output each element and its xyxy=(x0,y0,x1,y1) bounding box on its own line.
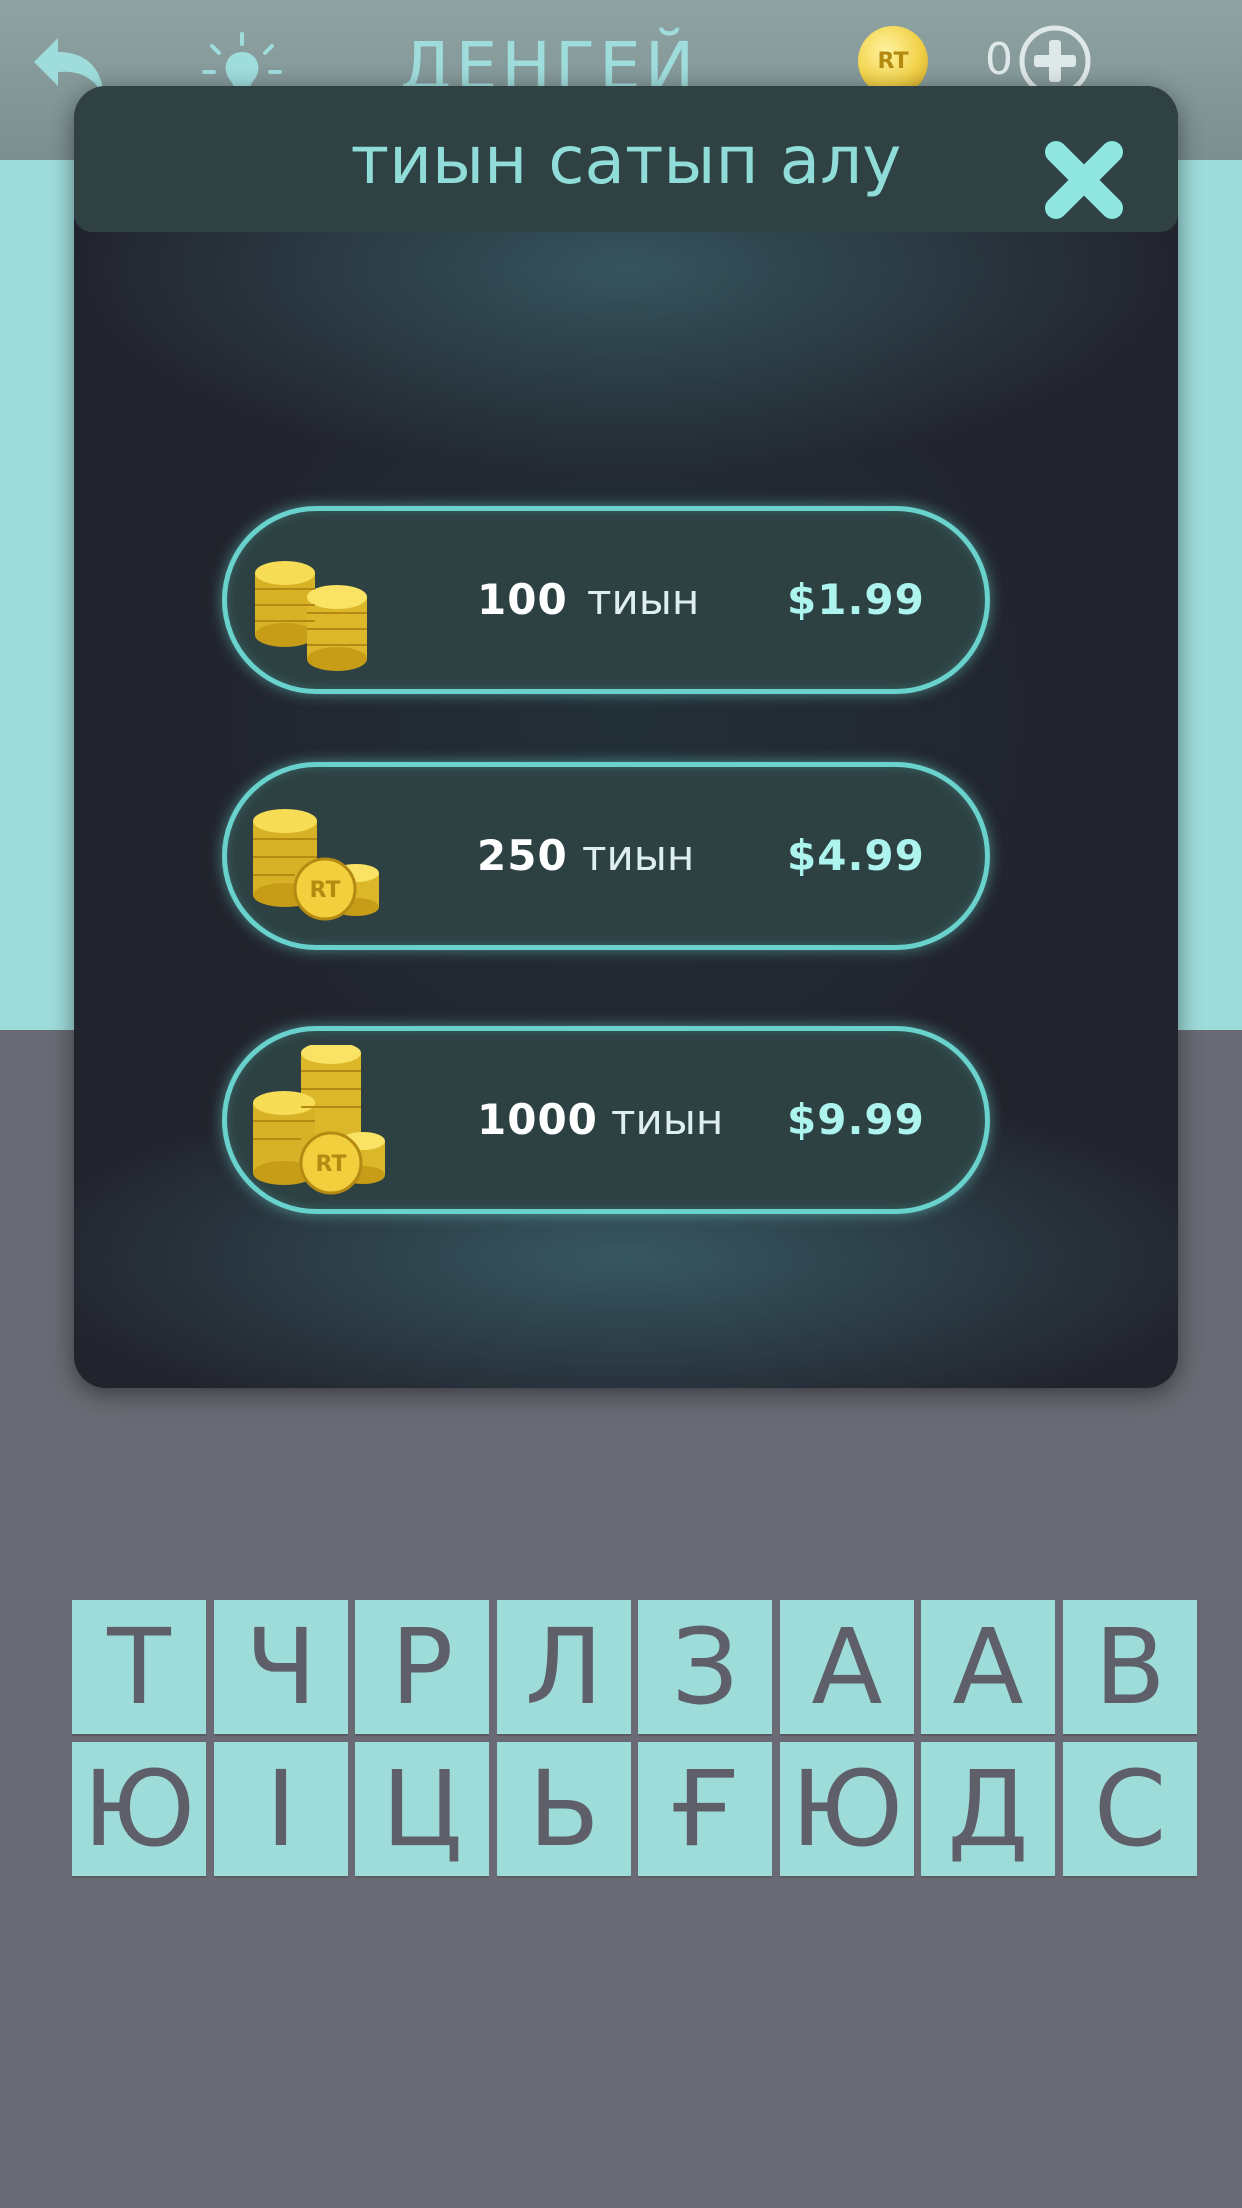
letter-key[interactable]: І xyxy=(214,1742,348,1876)
letter-key[interactable]: А xyxy=(921,1600,1055,1734)
coin-label: RT xyxy=(877,48,909,74)
letter-key[interactable]: Ц xyxy=(355,1742,489,1876)
letter-key[interactable]: Ь xyxy=(497,1742,631,1876)
answer-panel-edge-left xyxy=(0,160,76,1030)
offer-unit: тиын xyxy=(587,575,700,624)
svg-text:RT: RT xyxy=(310,878,341,903)
offer-250-coins-button[interactable]: RT 250 тиын $4.99 xyxy=(222,762,990,950)
letter-key[interactable]: Д xyxy=(921,1742,1055,1876)
offer-amount: 100 xyxy=(477,575,568,624)
svg-text:RT: RT xyxy=(316,1152,347,1177)
offer-unit: тиын xyxy=(582,831,695,880)
offer-price: $1.99 xyxy=(787,575,925,624)
letter-key[interactable]: А xyxy=(780,1600,914,1734)
offer-unit: тиын xyxy=(611,1095,724,1144)
offer-100-coins-button[interactable]: 100 тиын $1.99 xyxy=(222,506,990,694)
offer-amount: 250 xyxy=(477,831,568,880)
letter-key[interactable]: Ч xyxy=(214,1600,348,1734)
coin-stack-icon xyxy=(255,561,367,671)
offer-price: $9.99 xyxy=(787,1095,925,1144)
letter-keyboard: Т Ч Р Л З А А В Ю І Ц Ь Ғ Ю Д С xyxy=(72,1600,1200,1878)
letter-key[interactable]: Л xyxy=(497,1600,631,1734)
letter-key[interactable]: Ю xyxy=(72,1742,206,1876)
letter-key[interactable]: Ғ xyxy=(638,1742,772,1876)
letter-key[interactable]: Т xyxy=(72,1600,206,1734)
letter-key[interactable]: Р xyxy=(355,1600,489,1734)
letter-key[interactable]: Ю xyxy=(780,1742,914,1876)
buy-coins-dialog: тиын сатып алу 100 тиын $1.99 RT 250 тиы… xyxy=(74,86,1178,1388)
offer-amount: 1000 xyxy=(477,1095,598,1144)
offer-1000-coins-button[interactable]: RT 1000 тиын $9.99 xyxy=(222,1026,990,1214)
coin-stack-icon: RT xyxy=(253,809,379,921)
letter-key[interactable]: З xyxy=(638,1600,772,1734)
letter-key[interactable]: В xyxy=(1063,1600,1197,1734)
dialog-header: тиын сатып алу xyxy=(74,86,1178,232)
coin-stack-icon: RT xyxy=(253,1045,385,1195)
letter-key[interactable]: С xyxy=(1063,1742,1197,1876)
dialog-title: тиын сатып алу xyxy=(350,122,902,199)
offer-price: $4.99 xyxy=(787,831,925,880)
close-icon[interactable] xyxy=(1042,138,1126,222)
